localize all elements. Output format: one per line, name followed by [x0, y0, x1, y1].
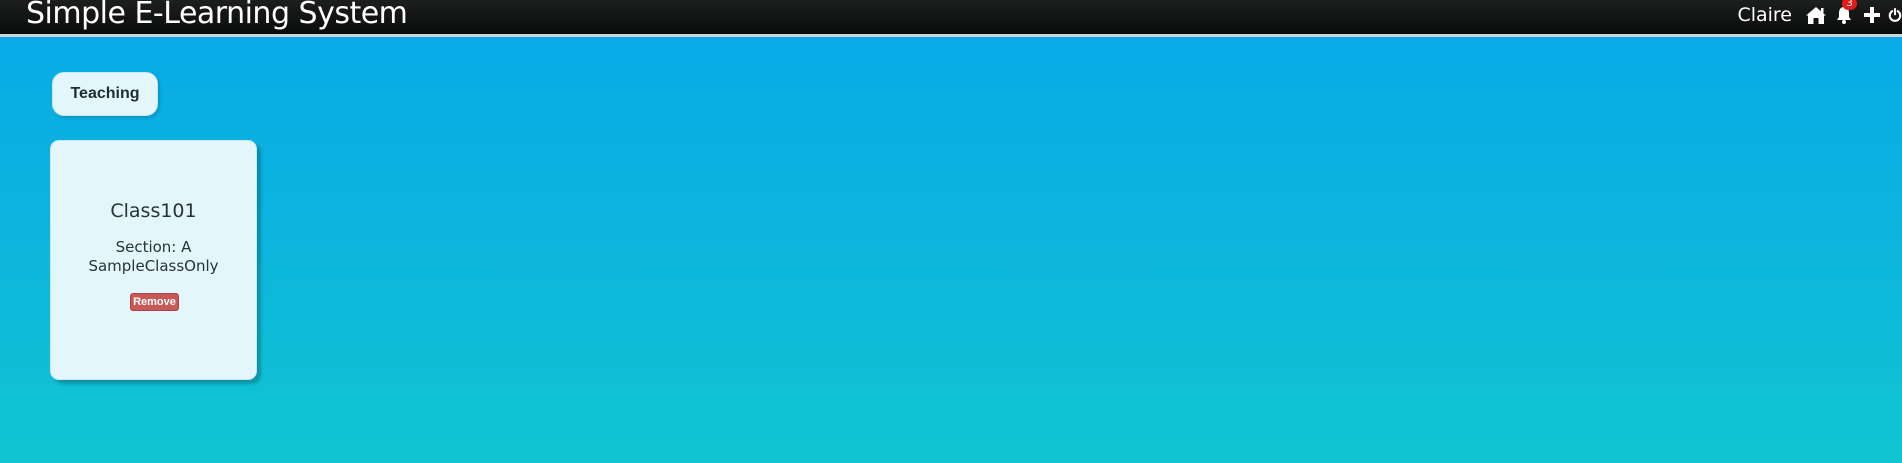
- notification-badge: 3: [1842, 0, 1857, 10]
- power-icon[interactable]: [1888, 3, 1902, 27]
- remove-class-button[interactable]: Remove: [130, 293, 179, 311]
- plus-icon[interactable]: [1860, 3, 1884, 27]
- class-card[interactable]: Class101 Section: A SampleClassOnly Remo…: [50, 140, 257, 380]
- home-icon[interactable]: [1804, 3, 1828, 27]
- tab-teaching[interactable]: Teaching: [52, 72, 158, 116]
- class-name: Class101: [110, 200, 197, 222]
- bell-icon[interactable]: 3: [1832, 0, 1857, 27]
- app-brand[interactable]: Simple E-Learning System: [26, 0, 408, 29]
- top-navbar: Simple E-Learning System Claire 3: [0, 0, 1902, 37]
- user-name-link[interactable]: Claire: [1737, 4, 1792, 26]
- class-section: Section: A: [115, 238, 192, 256]
- class-description: SampleClassOnly: [88, 257, 219, 275]
- navbar-actions: Claire 3: [1737, 0, 1902, 30]
